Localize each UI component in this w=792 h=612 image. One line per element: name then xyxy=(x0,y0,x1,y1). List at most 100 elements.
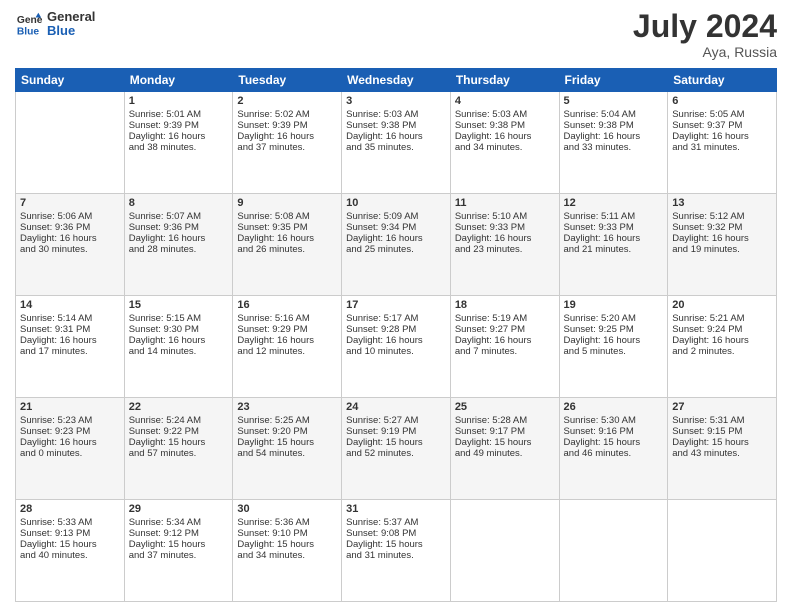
day-number: 2 xyxy=(237,95,337,107)
day-info: Daylight: 16 hours xyxy=(346,233,446,244)
day-info: Daylight: 16 hours xyxy=(455,335,555,346)
day-cell: 31Sunrise: 5:37 AMSunset: 9:08 PMDayligh… xyxy=(342,500,451,602)
day-info: Daylight: 16 hours xyxy=(20,437,120,448)
day-info: Daylight: 15 hours xyxy=(346,437,446,448)
day-info: Daylight: 16 hours xyxy=(564,233,664,244)
title-block: July 2024 Aya, Russia xyxy=(633,10,777,60)
day-info: Sunrise: 5:25 AM xyxy=(237,415,337,426)
day-info: and 28 minutes. xyxy=(129,244,229,255)
day-number: 17 xyxy=(346,299,446,311)
day-info: Sunset: 9:38 PM xyxy=(564,120,664,131)
day-cell: 23Sunrise: 5:25 AMSunset: 9:20 PMDayligh… xyxy=(233,398,342,500)
day-number: 15 xyxy=(129,299,229,311)
day-number: 21 xyxy=(20,401,120,413)
day-info: Sunset: 9:08 PM xyxy=(346,528,446,539)
calendar-table: SundayMondayTuesdayWednesdayThursdayFrid… xyxy=(15,68,777,602)
day-info: Daylight: 16 hours xyxy=(455,131,555,142)
day-cell: 11Sunrise: 5:10 AMSunset: 9:33 PMDayligh… xyxy=(450,194,559,296)
day-info: Sunrise: 5:34 AM xyxy=(129,517,229,528)
day-number: 6 xyxy=(672,95,772,107)
day-info: Sunset: 9:38 PM xyxy=(346,120,446,131)
day-info: Sunrise: 5:12 AM xyxy=(672,211,772,222)
day-info: and 26 minutes. xyxy=(237,244,337,255)
day-info: Sunset: 9:36 PM xyxy=(20,222,120,233)
day-info: and 57 minutes. xyxy=(129,448,229,459)
day-info: and 31 minutes. xyxy=(672,142,772,153)
day-info: and 23 minutes. xyxy=(455,244,555,255)
day-info: Sunset: 9:10 PM xyxy=(237,528,337,539)
day-info: Sunset: 9:30 PM xyxy=(129,324,229,335)
day-info: Sunrise: 5:14 AM xyxy=(20,313,120,324)
day-number: 19 xyxy=(564,299,664,311)
day-info: Sunset: 9:15 PM xyxy=(672,426,772,437)
month-title: July 2024 xyxy=(633,10,777,42)
day-info: Sunrise: 5:15 AM xyxy=(129,313,229,324)
day-cell: 12Sunrise: 5:11 AMSunset: 9:33 PMDayligh… xyxy=(559,194,668,296)
day-info: Sunset: 9:16 PM xyxy=(564,426,664,437)
day-info: Daylight: 16 hours xyxy=(129,233,229,244)
day-info: Daylight: 16 hours xyxy=(672,335,772,346)
logo-general-text: General xyxy=(47,10,95,24)
day-info: Sunrise: 5:06 AM xyxy=(20,211,120,222)
svg-text:Blue: Blue xyxy=(17,27,40,38)
day-cell: 8Sunrise: 5:07 AMSunset: 9:36 PMDaylight… xyxy=(124,194,233,296)
day-number: 27 xyxy=(672,401,772,413)
day-cell: 22Sunrise: 5:24 AMSunset: 9:22 PMDayligh… xyxy=(124,398,233,500)
day-cell xyxy=(668,500,777,602)
day-info: Sunset: 9:39 PM xyxy=(237,120,337,131)
day-number: 31 xyxy=(346,503,446,515)
day-number: 11 xyxy=(455,197,555,209)
col-header-friday: Friday xyxy=(559,69,668,92)
day-cell: 1Sunrise: 5:01 AMSunset: 9:39 PMDaylight… xyxy=(124,92,233,194)
week-row-5: 28Sunrise: 5:33 AMSunset: 9:13 PMDayligh… xyxy=(16,500,777,602)
day-cell: 20Sunrise: 5:21 AMSunset: 9:24 PMDayligh… xyxy=(668,296,777,398)
day-info: Sunrise: 5:20 AM xyxy=(564,313,664,324)
day-info: Sunrise: 5:08 AM xyxy=(237,211,337,222)
day-info: Daylight: 15 hours xyxy=(672,437,772,448)
day-info: and 2 minutes. xyxy=(672,346,772,357)
week-row-1: 1Sunrise: 5:01 AMSunset: 9:39 PMDaylight… xyxy=(16,92,777,194)
day-cell: 14Sunrise: 5:14 AMSunset: 9:31 PMDayligh… xyxy=(16,296,125,398)
day-info: Daylight: 16 hours xyxy=(237,131,337,142)
day-number: 4 xyxy=(455,95,555,107)
col-header-wednesday: Wednesday xyxy=(342,69,451,92)
day-info: Sunset: 9:32 PM xyxy=(672,222,772,233)
day-info: and 37 minutes. xyxy=(237,142,337,153)
day-info: and 49 minutes. xyxy=(455,448,555,459)
day-info: Sunrise: 5:17 AM xyxy=(346,313,446,324)
day-info: and 34 minutes. xyxy=(455,142,555,153)
day-number: 3 xyxy=(346,95,446,107)
day-info: and 0 minutes. xyxy=(20,448,120,459)
col-header-thursday: Thursday xyxy=(450,69,559,92)
day-number: 12 xyxy=(564,197,664,209)
day-info: and 43 minutes. xyxy=(672,448,772,459)
day-info: Sunrise: 5:23 AM xyxy=(20,415,120,426)
day-cell: 10Sunrise: 5:09 AMSunset: 9:34 PMDayligh… xyxy=(342,194,451,296)
day-info: Daylight: 16 hours xyxy=(237,233,337,244)
day-number: 24 xyxy=(346,401,446,413)
day-info: and 35 minutes. xyxy=(346,142,446,153)
day-info: Sunrise: 5:36 AM xyxy=(237,517,337,528)
day-info: Sunset: 9:38 PM xyxy=(455,120,555,131)
day-cell xyxy=(450,500,559,602)
day-info: Sunset: 9:22 PM xyxy=(129,426,229,437)
day-info: Daylight: 15 hours xyxy=(455,437,555,448)
day-number: 13 xyxy=(672,197,772,209)
day-number: 22 xyxy=(129,401,229,413)
day-info: Daylight: 16 hours xyxy=(672,131,772,142)
day-cell: 27Sunrise: 5:31 AMSunset: 9:15 PMDayligh… xyxy=(668,398,777,500)
day-info: and 30 minutes. xyxy=(20,244,120,255)
day-info: Sunrise: 5:11 AM xyxy=(564,211,664,222)
day-info: Daylight: 15 hours xyxy=(237,539,337,550)
day-cell: 29Sunrise: 5:34 AMSunset: 9:12 PMDayligh… xyxy=(124,500,233,602)
day-info: and 37 minutes. xyxy=(129,550,229,561)
day-info: Sunset: 9:31 PM xyxy=(20,324,120,335)
day-number: 20 xyxy=(672,299,772,311)
day-info: Sunset: 9:34 PM xyxy=(346,222,446,233)
day-number: 26 xyxy=(564,401,664,413)
day-info: and 54 minutes. xyxy=(237,448,337,459)
day-info: Daylight: 16 hours xyxy=(20,233,120,244)
location: Aya, Russia xyxy=(633,44,777,60)
day-info: Sunset: 9:20 PM xyxy=(237,426,337,437)
day-info: Daylight: 16 hours xyxy=(237,335,337,346)
